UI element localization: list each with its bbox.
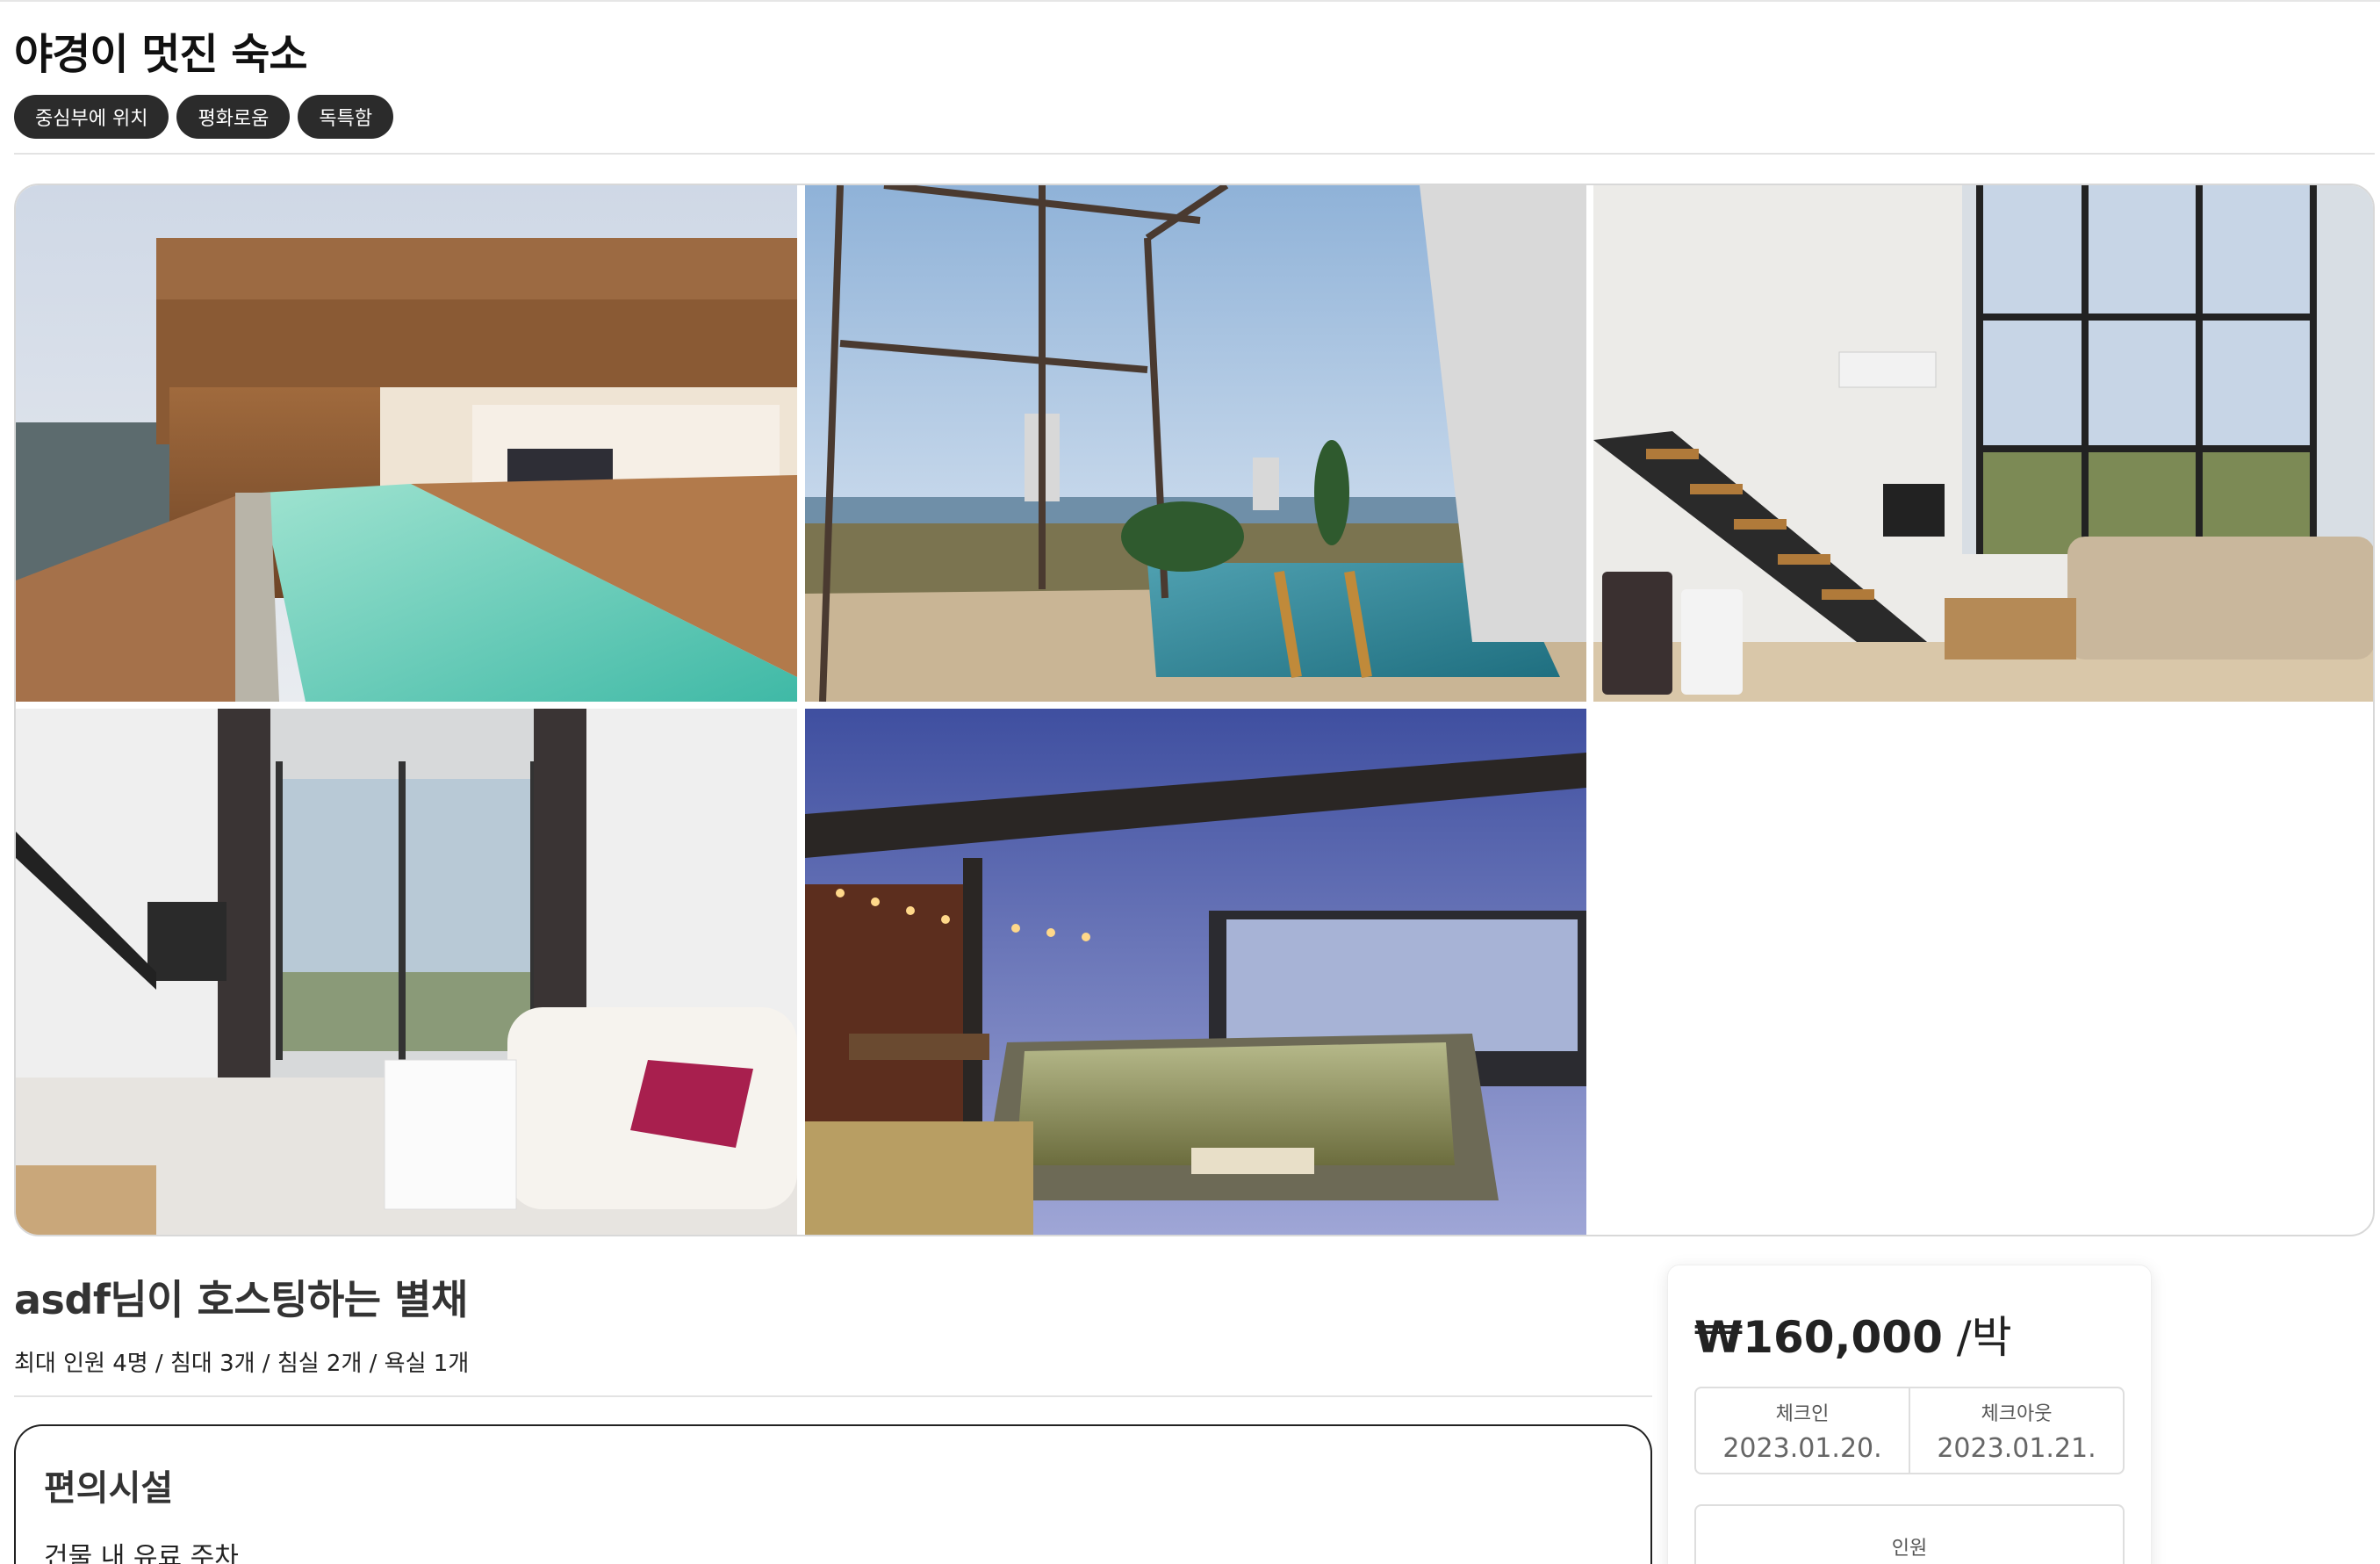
- top-divider: [0, 0, 2380, 2]
- photo-night-jacuzzi[interactable]: [805, 709, 1586, 1235]
- tag-peaceful[interactable]: 평화로움: [176, 95, 291, 139]
- booking-card: ₩160,000 /박 체크인 2023.01.20. 체크아웃 2023.01…: [1667, 1265, 2152, 1564]
- tag-unique[interactable]: 독특함: [298, 95, 394, 139]
- checkin-field[interactable]: 체크인 2023.01.20.: [1696, 1388, 1909, 1473]
- amenities-title: 편의시설: [44, 1468, 174, 1509]
- nightly-price: ₩160,000 /박: [1694, 1302, 2012, 1366]
- checkin-value: 2023.01.20.: [1722, 1432, 1882, 1464]
- checkin-label: 체크인: [1775, 1402, 1830, 1425]
- price-amount: ₩160,000: [1694, 1312, 1943, 1363]
- tag-central-location[interactable]: 중심부에 위치: [14, 95, 169, 139]
- photo-loft-living-room[interactable]: [1593, 185, 2373, 702]
- price-unit: /박: [1942, 1312, 2012, 1363]
- host-title: asdf님이 호스팅하는 별채: [14, 1276, 468, 1323]
- photo-gallery: [14, 184, 2375, 1236]
- amenity-item: 건물 내 유료 주차: [44, 1542, 239, 1564]
- photo-white-living-room[interactable]: [16, 709, 797, 1235]
- listing-title: 야경이 멋진 숙소: [14, 30, 308, 79]
- header-divider: [14, 153, 2375, 155]
- checkout-label: 체크아웃: [1981, 1402, 2053, 1425]
- guests-label: 인원: [1891, 1538, 1928, 1560]
- amenities-section: 편의시설 건물 내 유료 주차: [14, 1424, 1652, 1564]
- date-picker[interactable]: 체크인 2023.01.20. 체크아웃 2023.01.21.: [1694, 1387, 2125, 1474]
- tag-list: 중심부에 위치 평화로움 독특함: [14, 95, 394, 139]
- photo-pool-deck[interactable]: [16, 185, 797, 702]
- photo-sea-view-pool[interactable]: [805, 185, 1586, 702]
- checkout-value: 2023.01.21.: [1937, 1432, 2096, 1464]
- capacity-summary: 최대 인원 4명 / 침대 3개 / 침실 2개 / 욕실 1개: [14, 1351, 470, 1377]
- details-divider: [14, 1395, 1652, 1397]
- guests-field[interactable]: 인원: [1694, 1504, 2125, 1564]
- checkout-field[interactable]: 체크아웃 2023.01.21.: [1909, 1388, 2123, 1473]
